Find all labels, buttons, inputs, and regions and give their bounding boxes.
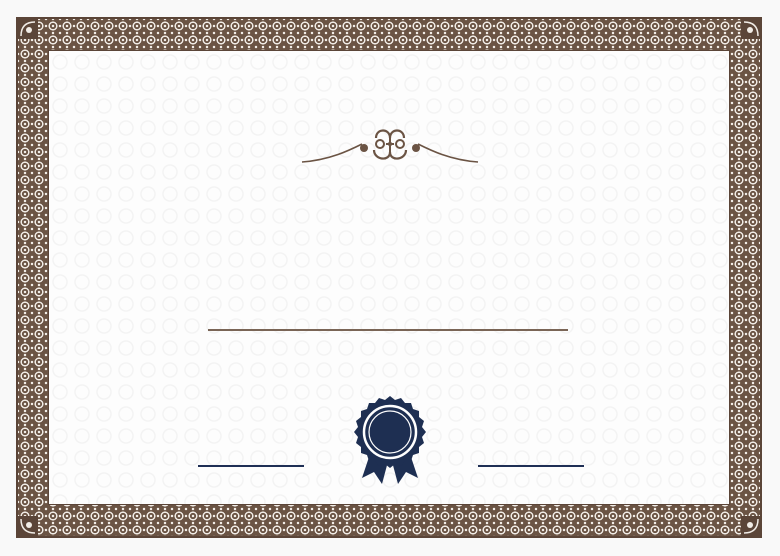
corner-ornament-icon [741, 19, 761, 39]
corner-ornament-icon [18, 516, 38, 536]
certificate-page [0, 0, 780, 556]
award-rosette-icon [354, 396, 426, 484]
corner-ornament-icon [18, 19, 38, 39]
flourish-ornament-icon [301, 129, 479, 163]
signature-line-right [478, 465, 584, 467]
recipient-name-line [208, 329, 568, 331]
signature-line-left [198, 465, 304, 467]
corner-ornament-icon [741, 516, 761, 536]
